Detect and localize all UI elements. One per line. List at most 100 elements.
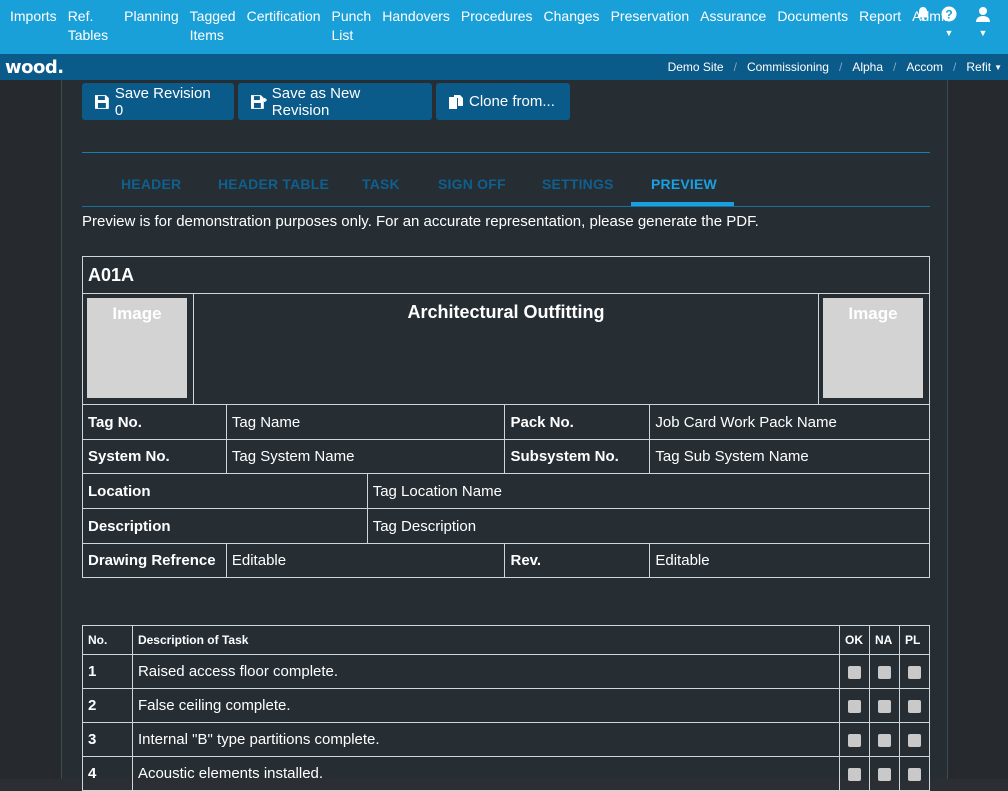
nav-procedures[interactable]: Procedures	[450, 0, 533, 26]
breadcrumb-separator: /	[953, 60, 956, 74]
breadcrumb-item-refit[interactable]: Refit	[966, 60, 991, 74]
nav-report[interactable]: Report	[848, 0, 901, 26]
chevron-down-icon: ▼	[994, 63, 1002, 72]
user-icon[interactable]: ▼	[973, 6, 993, 38]
tab-settings[interactable]: SETTINGS	[542, 176, 614, 192]
description-value: Tag Description	[367, 509, 929, 544]
pack-no-label: Pack No.	[505, 405, 650, 440]
nav-ref-tables[interactable]: Ref. Tables	[57, 0, 108, 45]
task-description: Internal "B" type partitions complete.	[132, 723, 839, 757]
nav-tagged-items[interactable]: Tagged Items	[179, 0, 236, 45]
help-icon[interactable]: ? ▼	[939, 6, 959, 38]
task-no: 2	[83, 689, 133, 723]
nav-planning[interactable]: Planning	[108, 0, 179, 26]
preview-title: Architectural Outfitting	[194, 302, 818, 323]
tag-no-value: Tag Name	[226, 405, 505, 440]
ok-checkbox[interactable]	[848, 700, 861, 713]
pl-checkbox[interactable]	[908, 666, 921, 679]
rev-label: Rev.	[505, 544, 650, 578]
task-description: Raised access floor complete.	[132, 655, 839, 689]
tab-bar: HEADER HEADER TABLE TASK SIGN OFF SETTIN…	[82, 168, 930, 207]
left-margin	[0, 80, 61, 779]
task-table-header: No. Description of Task OK NA PL	[83, 626, 930, 655]
breadcrumb-bar: wood. Demo Site / Commissioning / Alpha …	[0, 54, 1008, 80]
breadcrumb-separator: /	[839, 60, 842, 74]
nav-preservation[interactable]: Preservation	[600, 0, 690, 26]
col-ok-header: OK	[840, 626, 870, 655]
nav-assurance[interactable]: Assurance	[689, 0, 766, 26]
divider	[82, 152, 930, 153]
save-as-new-revision-button[interactable]: Save as New Revision	[238, 83, 432, 120]
breadcrumb-item-site[interactable]: Demo Site	[668, 60, 724, 74]
breadcrumb-separator: /	[893, 60, 896, 74]
breadcrumb-item-alpha[interactable]: Alpha	[852, 60, 883, 74]
table-row: 1 Raised access floor complete.	[83, 655, 930, 689]
nav-imports[interactable]: Imports	[0, 0, 57, 26]
rev-value: Editable	[650, 544, 930, 578]
col-pl-header: PL	[899, 626, 929, 655]
image-placeholder-right: Image	[823, 298, 923, 398]
location-value: Tag Location Name	[367, 474, 929, 509]
svg-text:?: ?	[945, 8, 952, 22]
wood-logo: wood.	[0, 57, 64, 78]
table-row: 2 False ceiling complete.	[83, 689, 930, 723]
tab-header-table[interactable]: HEADER TABLE	[218, 176, 329, 192]
pack-no-value: Job Card Work Pack Name	[650, 405, 930, 440]
nav-changes[interactable]: Changes	[533, 0, 600, 26]
table-row: 4 Acoustic elements installed.	[83, 757, 930, 791]
task-no: 1	[83, 655, 133, 689]
breadcrumb-item-commissioning[interactable]: Commissioning	[747, 60, 829, 74]
subsystem-no-value: Tag Sub System Name	[650, 440, 930, 474]
ok-checkbox[interactable]	[848, 734, 861, 747]
drawing-reference-label: Drawing Refrence	[83, 544, 227, 578]
chevron-down-icon: ▼	[939, 28, 959, 38]
copy-icon	[448, 94, 464, 110]
description-label: Description	[83, 509, 368, 544]
na-checkbox[interactable]	[878, 666, 891, 679]
tab-header[interactable]: HEADER	[121, 176, 181, 192]
task-no: 4	[83, 757, 133, 791]
breadcrumb-item-accom[interactable]: Accom	[906, 60, 943, 74]
nav-documents[interactable]: Documents	[766, 0, 848, 26]
col-na-header: NA	[870, 626, 900, 655]
save-revision-label: Save Revision 0	[115, 85, 222, 119]
tab-sign-off[interactable]: SIGN OFF	[438, 176, 506, 192]
main-panel: Save Revision 0 Save as New Revision Clo…	[61, 80, 948, 779]
tab-task[interactable]: TASK	[362, 176, 400, 192]
save-revision-button[interactable]: Save Revision 0	[82, 83, 234, 120]
na-checkbox[interactable]	[878, 700, 891, 713]
breadcrumb: Demo Site / Commissioning / Alpha / Acco…	[668, 54, 1008, 80]
subsystem-no-label: Subsystem No.	[505, 440, 650, 474]
pl-checkbox[interactable]	[908, 700, 921, 713]
image-placeholder-left: Image	[87, 298, 187, 398]
save-as-new-revision-label: Save as New Revision	[272, 85, 420, 119]
right-margin	[948, 80, 1008, 779]
table-row: 3 Internal "B" type partitions complete.	[83, 723, 930, 757]
task-description: False ceiling complete.	[132, 689, 839, 723]
col-description-header: Description of Task	[132, 626, 839, 655]
na-checkbox[interactable]	[878, 734, 891, 747]
preview-header-table: A01A Image Architectural Outfitting Imag…	[82, 256, 930, 578]
tab-preview[interactable]: PREVIEW	[651, 176, 717, 192]
task-description: Acoustic elements installed.	[132, 757, 839, 791]
col-no-header: No.	[83, 626, 133, 655]
nav-punch-list[interactable]: Punch List	[321, 0, 372, 45]
save-new-icon	[250, 94, 267, 110]
breadcrumb-separator: /	[734, 60, 737, 74]
bell-icon[interactable]	[913, 6, 933, 25]
pl-checkbox[interactable]	[908, 734, 921, 747]
ok-checkbox[interactable]	[848, 666, 861, 679]
tag-no-label: Tag No.	[83, 405, 227, 440]
system-no-value: Tag System Name	[226, 440, 505, 474]
nav-handovers[interactable]: Handovers	[371, 0, 450, 26]
nav-certification[interactable]: Certification	[236, 0, 321, 26]
task-no: 3	[83, 723, 133, 757]
drawing-reference-value: Editable	[226, 544, 505, 578]
clone-from-button[interactable]: Clone from...	[436, 83, 570, 120]
active-tab-indicator	[631, 202, 734, 206]
location-label: Location	[83, 474, 368, 509]
preview-code: A01A	[83, 257, 930, 294]
save-icon	[94, 94, 110, 110]
cell-divider	[818, 294, 819, 404]
clone-from-label: Clone from...	[469, 93, 555, 110]
